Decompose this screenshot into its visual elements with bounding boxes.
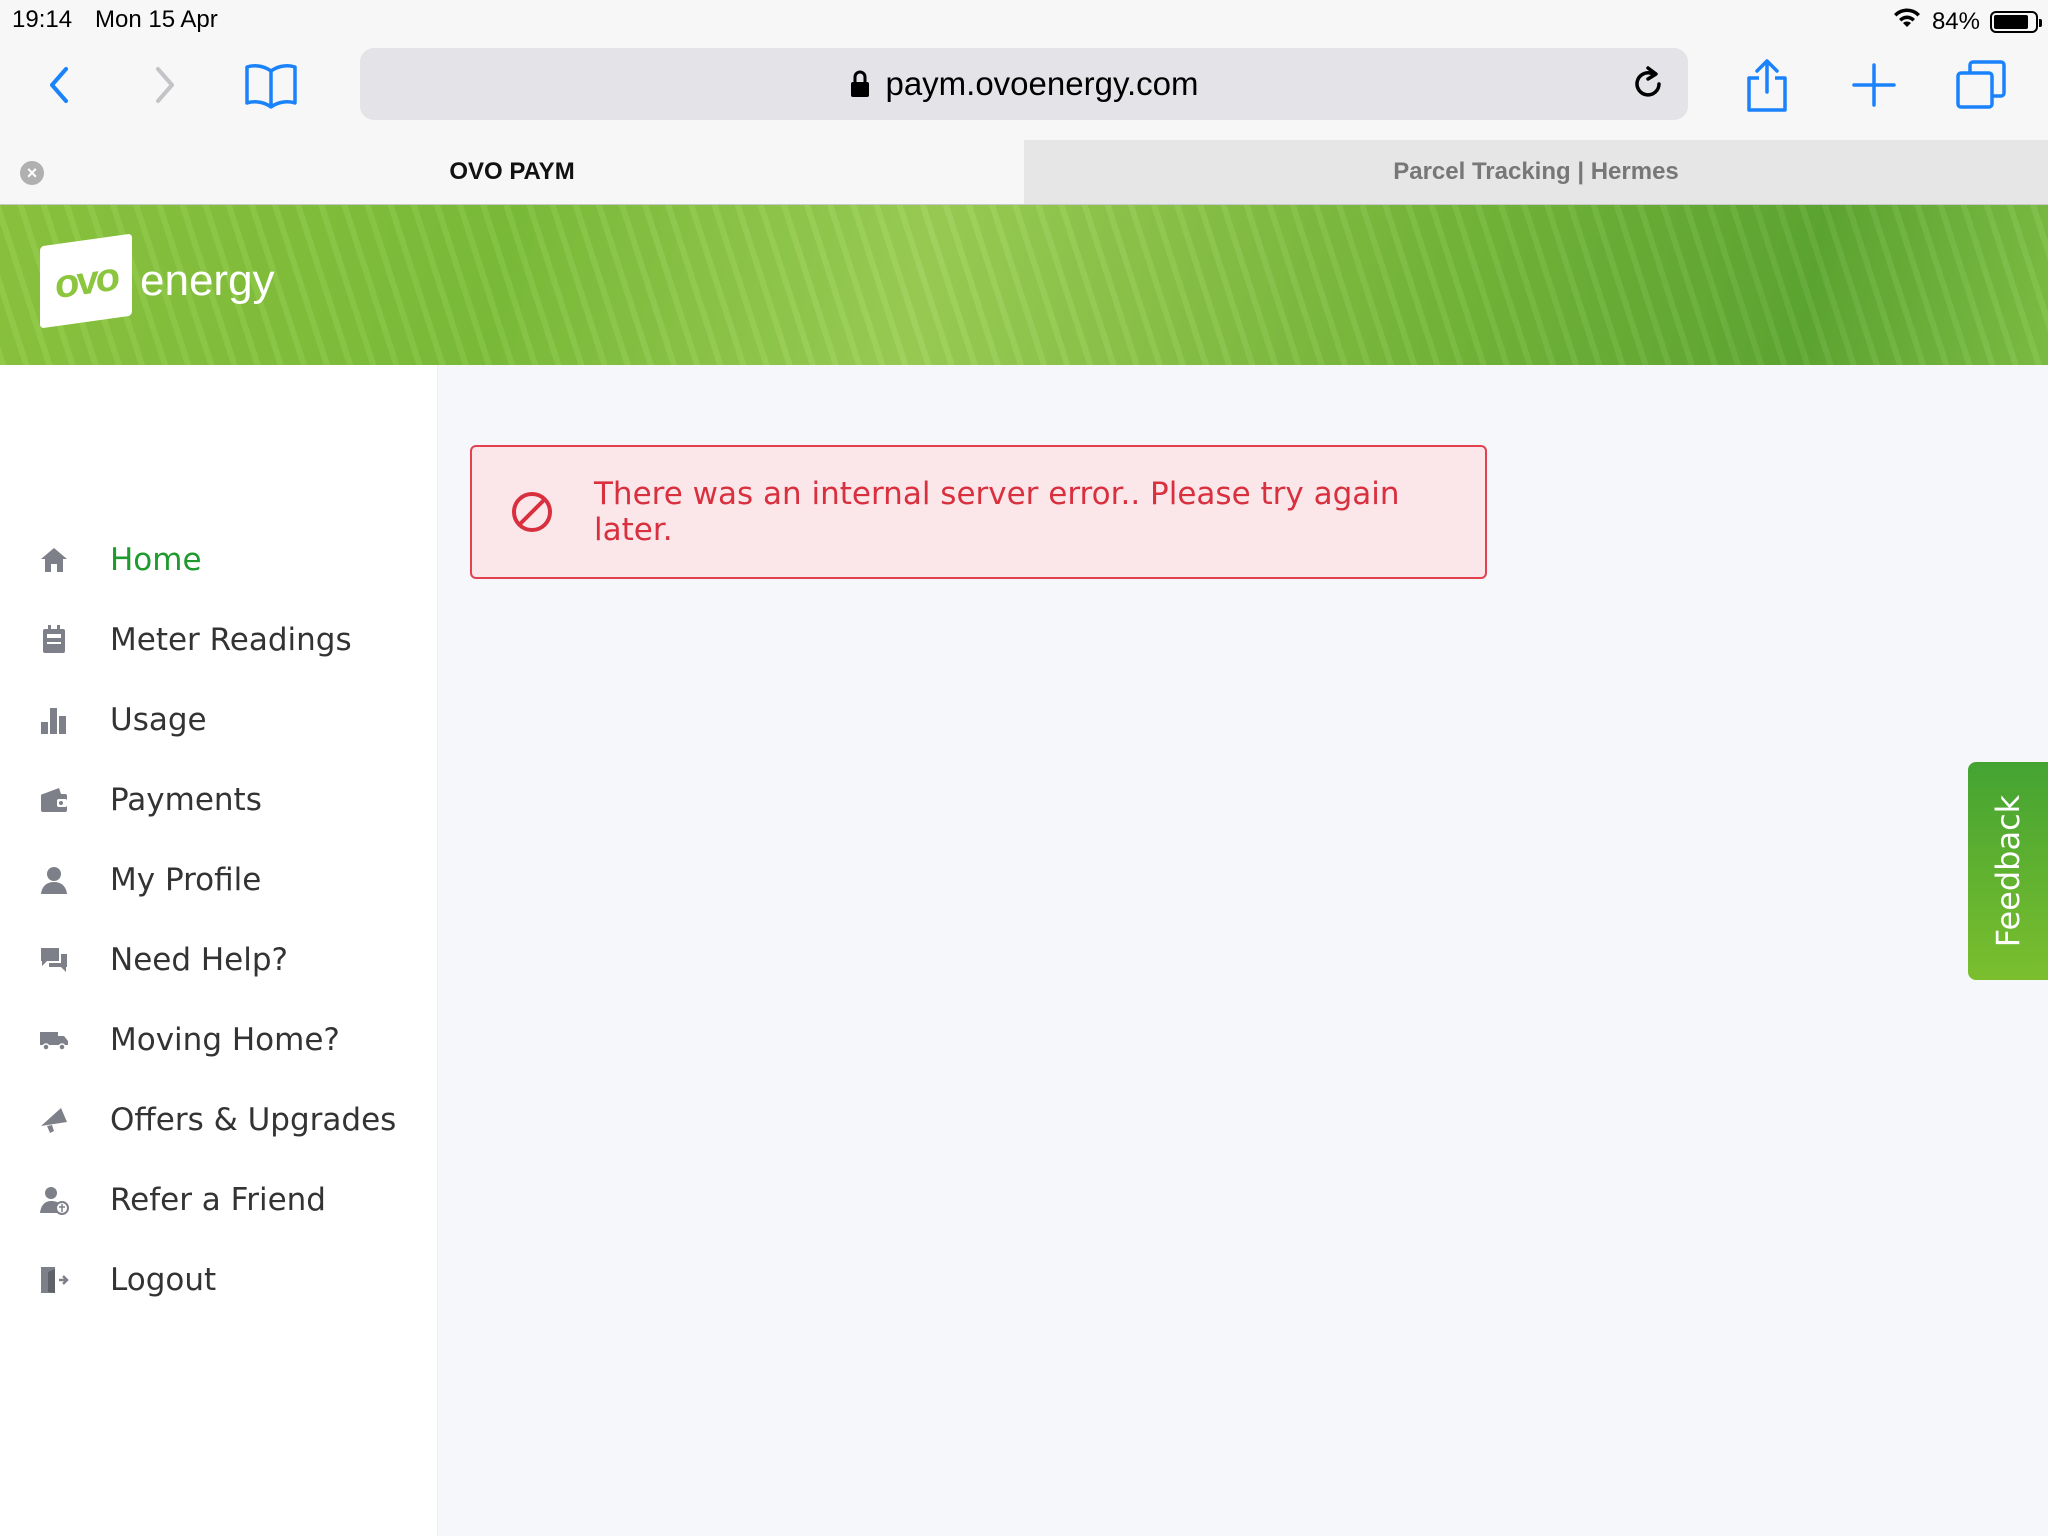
forward-button[interactable]	[130, 50, 200, 120]
reload-button[interactable]	[1622, 58, 1674, 110]
sidebar-item-need-help[interactable]: Need Help?	[0, 920, 438, 1000]
wifi-icon	[1892, 6, 1922, 37]
status-time: 19:14	[12, 6, 73, 33]
feedback-label: Feedback	[1989, 794, 2028, 948]
back-button[interactable]	[24, 50, 94, 120]
wallet-icon	[38, 784, 70, 816]
main-content: There was an internal server error.. Ple…	[439, 365, 2048, 1536]
book-icon	[245, 64, 297, 109]
close-tab-icon[interactable]: ×	[20, 161, 44, 185]
sidebar-item-meter-readings[interactable]: Meter Readings	[0, 600, 438, 680]
sidebar-item-my-profile[interactable]: My Profile	[0, 840, 438, 920]
sidebar-item-usage[interactable]: Usage	[0, 680, 438, 760]
ovo-logo-mark: ovo	[40, 233, 132, 329]
tab-ovo-paym[interactable]: × OVO PAYM	[0, 140, 1024, 204]
sidebar-item-payments[interactable]: Payments	[0, 760, 438, 840]
meter-icon	[38, 624, 70, 656]
prohibited-icon	[510, 490, 554, 534]
sidebar-item-label: Meter Readings	[110, 622, 352, 658]
sidebar-item-label: Moving Home?	[110, 1022, 340, 1058]
plus-icon	[1852, 63, 1896, 107]
battery-icon	[1990, 10, 2042, 33]
van-icon	[38, 1024, 70, 1056]
chevron-left-icon	[50, 67, 68, 103]
tab-bar: × OVO PAYM Parcel Tracking | Hermes	[0, 140, 2048, 205]
address-bar[interactable]: paym.ovoenergy.com	[360, 48, 1688, 120]
tabs-overview-button[interactable]	[1946, 50, 2016, 120]
sidebar-item-refer-friend[interactable]: Refer a Friend	[0, 1160, 438, 1240]
tab-title: OVO PAYM	[449, 158, 575, 185]
sidebar-item-label: Home	[110, 542, 202, 578]
status-date: Mon 15 Apr	[95, 6, 218, 33]
chevron-right-icon	[156, 67, 174, 103]
logout-icon	[38, 1264, 70, 1296]
sidebar-item-label: My Profile	[110, 862, 262, 898]
bar-chart-icon	[38, 704, 70, 736]
sidebar-item-logout[interactable]: Logout	[0, 1240, 438, 1320]
sidebar-item-home[interactable]: Home	[0, 520, 438, 600]
battery-percent: 84%	[1931, 7, 1980, 35]
battery-level	[1994, 14, 2028, 29]
sidebar-item-label: Offers & Upgrades	[110, 1102, 397, 1138]
reload-icon	[1635, 66, 1661, 97]
share-icon	[1747, 59, 1787, 112]
sidebar-nav: Home Meter Readings Usage Payments My Pr…	[0, 520, 438, 1320]
sidebar-item-label: Logout	[110, 1262, 217, 1298]
browser-toolbar: paym.ovoenergy.com	[0, 40, 2048, 140]
sidebar-item-moving-home[interactable]: Moving Home?	[0, 1000, 438, 1080]
sidebar-item-label: Need Help?	[110, 942, 288, 978]
sidebar-item-offers-upgrades[interactable]: Offers & Upgrades	[0, 1080, 438, 1160]
feedback-button[interactable]: Feedback	[1968, 762, 2048, 980]
lock-icon	[851, 70, 870, 97]
status-bar: 19:14 Mon 15 Apr 84%	[0, 0, 2048, 40]
chat-icon	[38, 944, 70, 976]
tab-title: Parcel Tracking | Hermes	[1393, 158, 1679, 185]
refer-friend-icon	[38, 1184, 70, 1216]
home-icon	[38, 544, 70, 576]
user-icon	[38, 864, 70, 896]
site-header: ovo energy	[0, 205, 2048, 365]
sidebar-item-label: Usage	[110, 702, 207, 738]
new-tab-button[interactable]	[1839, 50, 1909, 120]
logo-text: energy	[140, 256, 275, 305]
ovo-energy-logo[interactable]: ovo energy	[40, 233, 275, 329]
error-alert: There was an internal server error.. Ple…	[470, 445, 1487, 579]
bookmarks-button[interactable]	[236, 50, 306, 120]
sidebar-item-label: Payments	[110, 782, 262, 818]
sidebar-item-label: Refer a Friend	[110, 1182, 326, 1218]
sidebar: Home Meter Readings Usage Payments My Pr…	[0, 365, 438, 1536]
share-button[interactable]	[1732, 50, 1802, 120]
status-indicators: 84%	[1892, 6, 2042, 37]
megaphone-icon	[38, 1104, 70, 1136]
tab-parcel-tracking[interactable]: Parcel Tracking | Hermes	[1024, 140, 2048, 204]
url-text: paym.ovoenergy.com	[885, 65, 1199, 102]
tabs-icon	[1956, 60, 2006, 109]
error-message: There was an internal server error.. Ple…	[594, 476, 1400, 548]
